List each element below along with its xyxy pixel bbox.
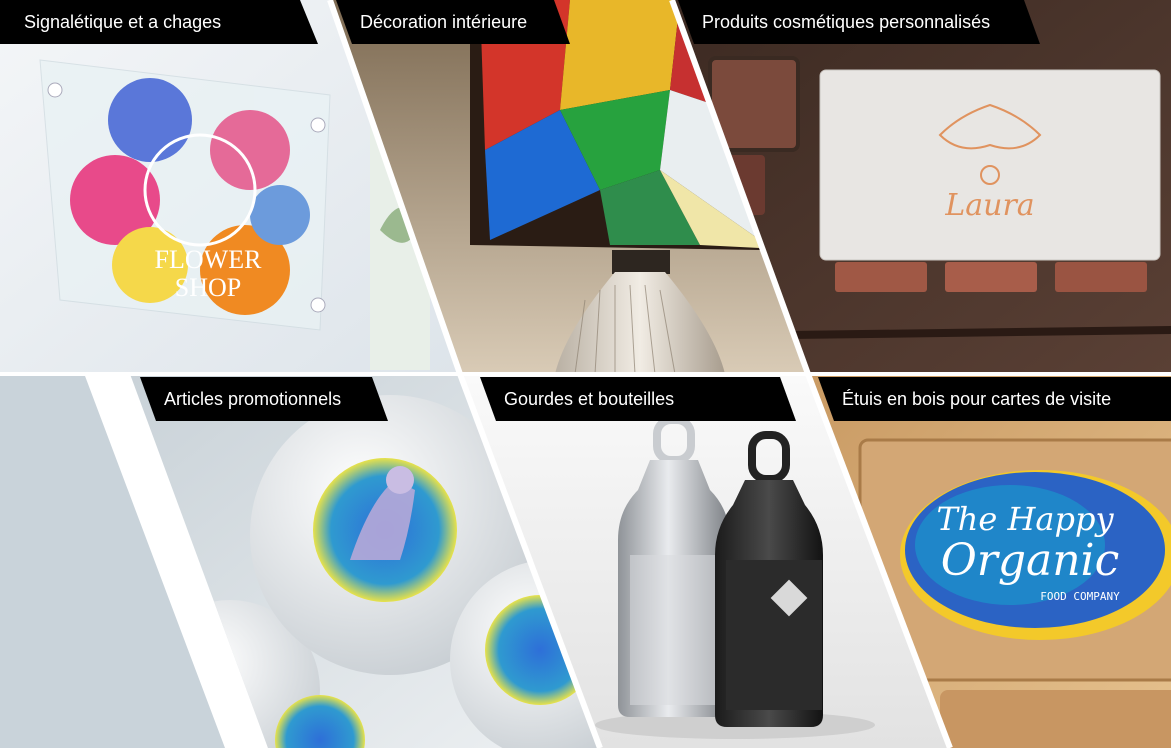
category-label-signage[interactable]: Signalétique et a chages: [0, 0, 318, 44]
category-label-text: Produits cosmétiques personnalisés: [702, 12, 991, 32]
category-label-interior-decoration[interactable]: Décoration intérieure: [336, 0, 570, 44]
category-label-promotional-items[interactable]: Articles promotionnels: [140, 377, 388, 421]
category-label-text: Articles promotionnels: [164, 389, 342, 409]
category-label-text: Étuis en bois pour cartes de visite: [842, 389, 1112, 409]
category-label-text: Décoration intérieure: [360, 12, 528, 32]
collage-background: FLOWER SHOP Laura The Happy Organic FOOD…: [0, 0, 1171, 748]
category-label-text: Gourdes et bouteilles: [504, 389, 675, 409]
product-category-collage: FLOWER SHOP Laura The Happy Organic FOOD…: [0, 0, 1171, 748]
category-label-bottles[interactable]: Gourdes et bouteilles: [480, 377, 796, 421]
category-label-text: Signalétique et a chages: [24, 12, 222, 32]
happy-text: The Happy: [936, 500, 1114, 538]
flower-text: FLOWER: [155, 245, 263, 274]
organic-text: Organic: [941, 535, 1120, 586]
shop-text: SHOP: [175, 273, 241, 302]
food-company-text: FOOD COMPANY: [1040, 590, 1120, 603]
category-label-wooden-card-cases[interactable]: Étuis en bois pour cartes de visite: [818, 377, 1171, 421]
category-label-cosmetics[interactable]: Produits cosmétiques personnalisés: [678, 0, 1040, 44]
laura-text: Laura: [944, 188, 1034, 223]
